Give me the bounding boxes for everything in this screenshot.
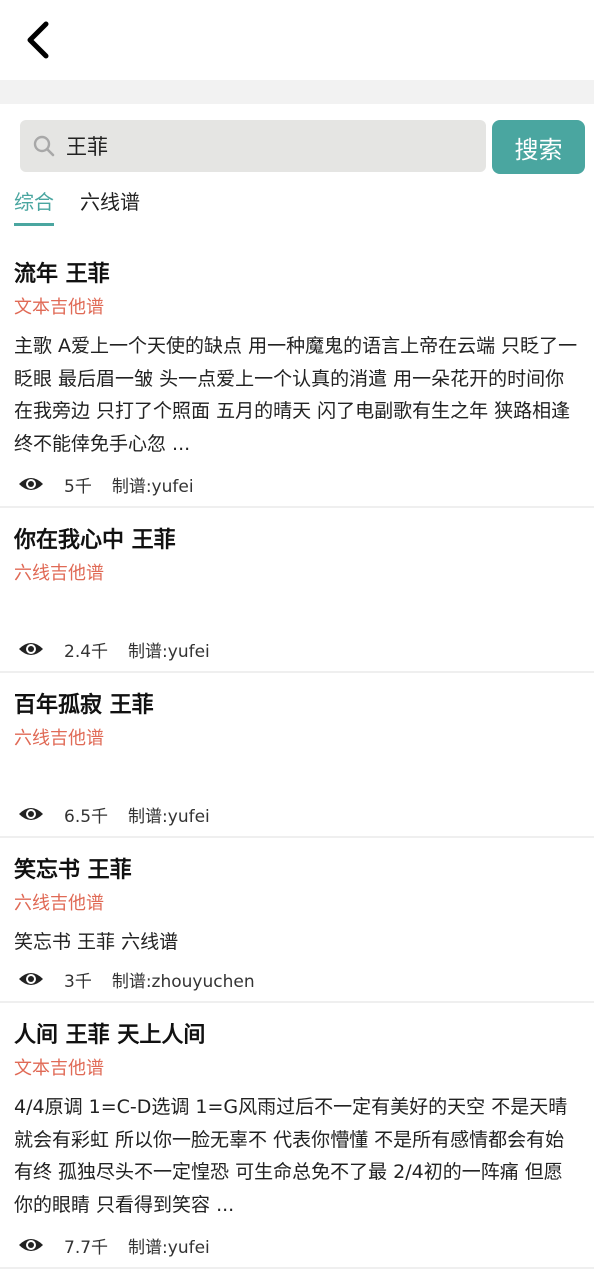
tab-bar: 综合 六线谱 [14,186,140,226]
item-meta: 3千 制谱:zhouyuchen [14,959,255,999]
view-count: 7.7千 [64,1237,109,1258]
item-title: 你在我心中 王菲 [14,528,176,553]
item-meta: 7.7千 制谱:yufei [14,1225,210,1265]
search-area: 搜索 综合 六线谱 [0,104,594,242]
eye-icon [19,643,43,655]
author: 制谱:yufei [128,806,210,827]
view-count: 3千 [64,971,92,992]
item-title: 百年孤寂 王菲 [14,693,154,718]
item-type: 文本吉他谱 [14,1058,104,1079]
item-meta: 2.4千 制谱:yufei [14,629,210,669]
item-meta: 5千 制谱:yufei [14,464,194,504]
item-type: 六线吉他谱 [14,728,104,749]
view-count: 5千 [64,476,92,497]
item-type: 六线吉他谱 [14,563,104,584]
eye-icon [19,1239,43,1251]
author: 制谱:yufei [128,641,210,662]
eye-icon [19,808,43,820]
separator-band [0,80,594,104]
list-item[interactable]: 你在我心中 王菲 六线吉他谱 2.4千 制谱:yufei [0,508,594,673]
item-meta: 6.5千 制谱:yufei [14,794,210,834]
top-bar [0,0,594,80]
list-item[interactable]: 流年 王菲 文本吉他谱 主歌 A爱上一个天使的缺点 用一种魔鬼的语言上帝在云端 … [0,242,594,508]
author: 制谱:zhouyuchen [111,971,255,992]
item-title: 流年 王菲 [14,262,110,287]
view-count: 6.5千 [64,806,109,827]
tab-all[interactable]: 综合 [14,186,54,226]
author: 制谱:yufei [128,1237,210,1258]
item-type: 文本吉他谱 [14,297,104,318]
search-button[interactable]: 搜索 [492,120,585,174]
search-input[interactable] [66,134,466,158]
item-description: 主歌 A爱上一个天使的缺点 用一种魔鬼的语言上帝在云端 只眨了一眨眼 最后眉一皱… [14,335,578,455]
author: 制谱:yufei [111,476,194,497]
item-type: 六线吉他谱 [14,893,104,914]
list-item[interactable]: 百年孤寂 王菲 六线吉他谱 6.5千 制谱:yufei [0,673,594,838]
search-box[interactable] [20,120,486,172]
tab-six-line-tab[interactable]: 六线谱 [80,186,140,226]
item-title: 人间 王菲 天上人间 [14,1023,206,1048]
item-description: 笑忘书 王菲 六线谱 [14,931,179,953]
search-icon [33,135,55,157]
back-arrow-icon [27,21,49,59]
eye-icon [19,973,43,985]
list-item[interactable]: 笑忘书 王菲 六线吉他谱 笑忘书 王菲 六线谱 3千 制谱:zhouyuchen [0,838,594,1003]
result-list: 流年 王菲 文本吉他谱 主歌 A爱上一个天使的缺点 用一种魔鬼的语言上帝在云端 … [0,242,594,1269]
view-count: 2.4千 [64,641,109,662]
item-title: 笑忘书 王菲 [14,858,132,883]
list-item[interactable]: 人间 王菲 天上人间 文本吉他谱 4/4原调 1=C-D选调 1=G风雨过后不一… [0,1003,594,1269]
back-button[interactable] [18,18,58,62]
eye-icon [19,478,43,490]
item-description: 4/4原调 1=C-D选调 1=G风雨过后不一定有美好的天空 不是天晴就会有彩虹… [14,1096,568,1216]
